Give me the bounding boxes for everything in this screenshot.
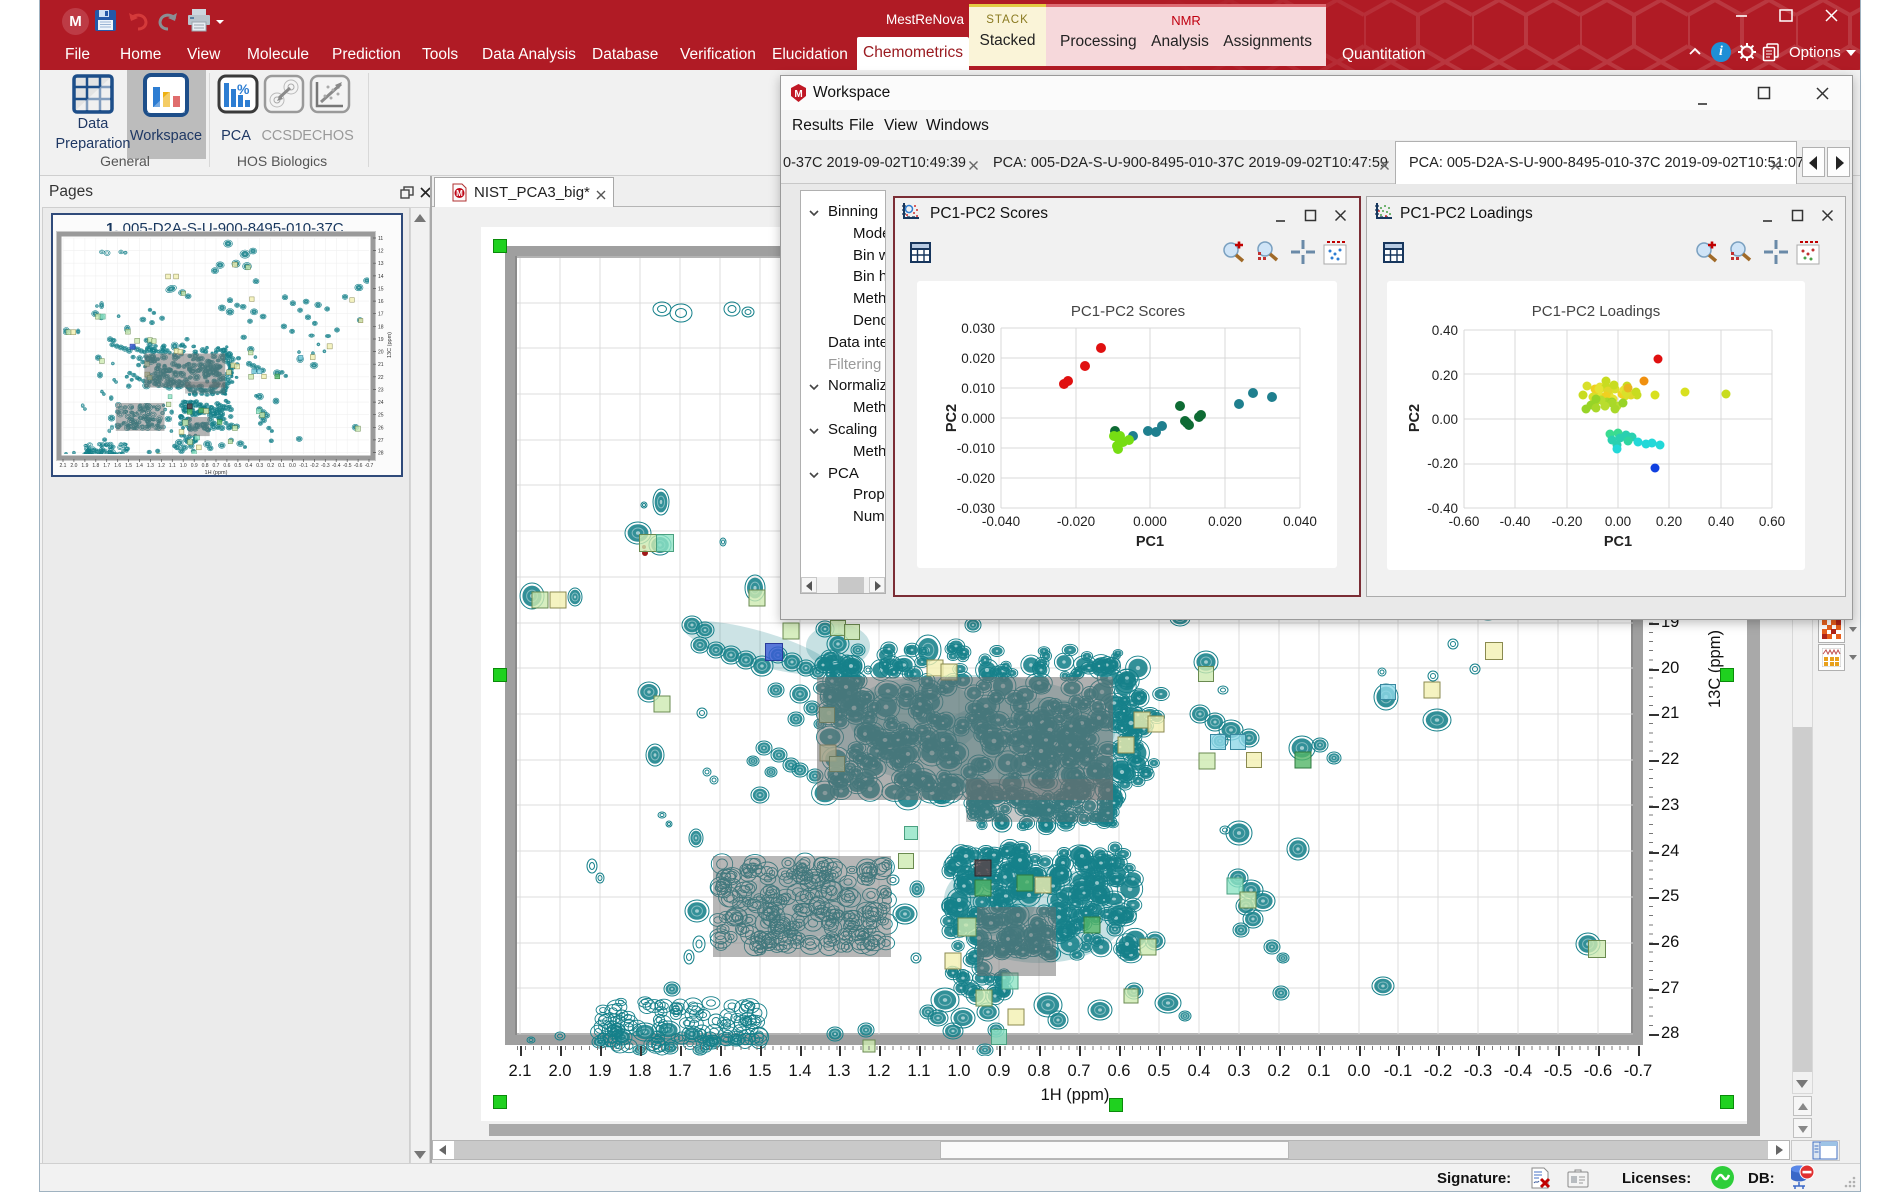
svg-text:-0.5: -0.5 — [343, 463, 352, 469]
svg-text:-0.2: -0.2 — [310, 463, 319, 469]
svg-text:1.9: 1.9 — [81, 463, 88, 469]
svg-text:0.0: 0.0 — [289, 463, 296, 469]
svg-text:12: 12 — [378, 249, 384, 255]
svg-text:0.010: 0.010 — [961, 381, 995, 396]
svg-text:PC1: PC1 — [1604, 534, 1632, 550]
svg-text:0.030: 0.030 — [961, 321, 995, 336]
svg-text:16: 16 — [378, 299, 384, 305]
svg-text:-0.4: -0.4 — [332, 463, 341, 469]
svg-text:20: 20 — [378, 350, 384, 356]
svg-text:-0.60: -0.60 — [1449, 514, 1480, 529]
svg-text:0.020: 0.020 — [961, 351, 995, 366]
svg-text:0.2: 0.2 — [267, 463, 274, 469]
svg-text:0.020: 0.020 — [1208, 514, 1242, 529]
svg-text:-0.20: -0.20 — [1552, 514, 1583, 529]
svg-text:-0.20: -0.20 — [1427, 456, 1458, 471]
svg-text:18: 18 — [378, 324, 384, 330]
svg-text:0.20: 0.20 — [1432, 368, 1458, 383]
svg-text:15: 15 — [378, 287, 384, 293]
svg-text:0.4: 0.4 — [245, 463, 252, 469]
svg-text:1.5: 1.5 — [125, 463, 132, 469]
svg-text:PC1: PC1 — [1136, 534, 1164, 550]
svg-text:0.00: 0.00 — [1605, 514, 1631, 529]
svg-text:13C (ppm): 13C (ppm) — [387, 332, 393, 358]
svg-text:PC1-PC2 Scores: PC1-PC2 Scores — [1071, 303, 1185, 320]
svg-text:26: 26 — [378, 425, 384, 431]
svg-text:1.3: 1.3 — [147, 463, 154, 469]
svg-text:0.000: 0.000 — [961, 411, 995, 426]
svg-text:PC2: PC2 — [1407, 404, 1423, 432]
svg-text:PC1-PC2 Loadings: PC1-PC2 Loadings — [1532, 303, 1660, 320]
svg-text:1.2: 1.2 — [158, 463, 165, 469]
svg-text:1.7: 1.7 — [103, 463, 110, 469]
svg-text:0.000: 0.000 — [1133, 514, 1167, 529]
svg-text:-0.020: -0.020 — [1057, 514, 1095, 529]
svg-text:0.9: 0.9 — [191, 463, 198, 469]
svg-text:-0.7: -0.7 — [365, 463, 374, 469]
svg-text:M: M — [794, 89, 802, 100]
svg-text:1.0: 1.0 — [180, 463, 187, 469]
svg-text:22: 22 — [378, 375, 384, 381]
svg-text:0.40: 0.40 — [1432, 323, 1458, 338]
svg-text:M: M — [456, 189, 463, 198]
svg-text:0.8: 0.8 — [202, 463, 209, 469]
svg-text:19: 19 — [378, 337, 384, 343]
svg-text:21: 21 — [378, 362, 384, 368]
svg-text:27: 27 — [378, 438, 384, 444]
svg-text:0.60: 0.60 — [1759, 514, 1785, 529]
svg-text:PC2: PC2 — [944, 404, 960, 432]
svg-text:-0.3: -0.3 — [321, 463, 330, 469]
svg-text:14: 14 — [378, 274, 384, 280]
svg-text:-0.1: -0.1 — [299, 463, 308, 469]
svg-text:2.0: 2.0 — [70, 463, 77, 469]
svg-text:2.1: 2.1 — [60, 463, 67, 469]
svg-text:1.4: 1.4 — [136, 463, 143, 469]
svg-text:0.6: 0.6 — [223, 463, 230, 469]
svg-text:23: 23 — [378, 387, 384, 393]
svg-text:13: 13 — [378, 261, 384, 267]
svg-text:1H (ppm): 1H (ppm) — [205, 470, 228, 476]
svg-text:28: 28 — [378, 451, 384, 457]
svg-text:1.6: 1.6 — [114, 463, 121, 469]
svg-text:-0.040: -0.040 — [982, 514, 1020, 529]
svg-text:0.40: 0.40 — [1708, 514, 1734, 529]
svg-text:0.1: 0.1 — [278, 463, 285, 469]
svg-text:-0.020: -0.020 — [957, 471, 995, 486]
svg-text:0.20: 0.20 — [1656, 514, 1682, 529]
svg-text:%: % — [237, 81, 250, 97]
svg-text:25: 25 — [378, 413, 384, 419]
svg-text:1.8: 1.8 — [92, 463, 99, 469]
svg-text:-0.010: -0.010 — [957, 441, 995, 456]
svg-text:-0.40: -0.40 — [1500, 514, 1531, 529]
svg-text:0.00: 0.00 — [1432, 412, 1458, 427]
svg-text:24: 24 — [378, 400, 384, 406]
svg-text:17: 17 — [378, 312, 384, 318]
svg-text:1.1: 1.1 — [169, 463, 176, 469]
svg-text:0.5: 0.5 — [234, 463, 241, 469]
svg-text:11: 11 — [378, 236, 383, 242]
svg-text:0.3: 0.3 — [256, 463, 263, 469]
svg-text:0.7: 0.7 — [213, 463, 220, 469]
svg-text:0.040: 0.040 — [1283, 514, 1317, 529]
svg-text:-0.6: -0.6 — [354, 463, 363, 469]
